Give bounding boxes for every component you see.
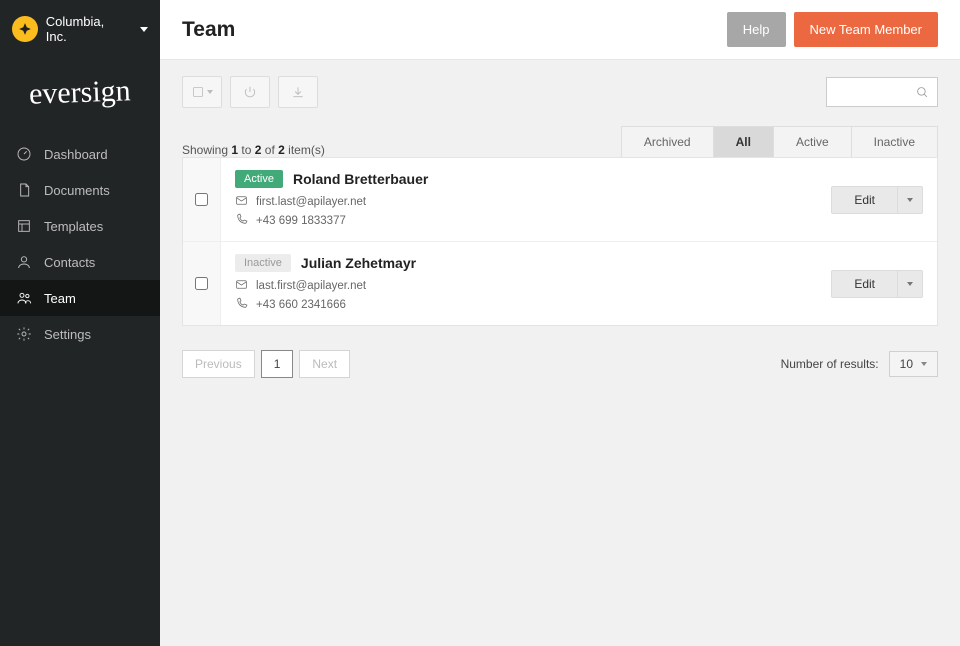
status-badge: Active xyxy=(235,170,283,188)
search-icon xyxy=(916,86,929,99)
team-row: Inactive Julian Zehetmayr last.first@apila… xyxy=(183,241,937,325)
org-switcher[interactable]: Columbia, Inc. xyxy=(0,0,160,58)
phone-icon xyxy=(235,213,248,229)
gear-icon xyxy=(16,326,32,342)
edit-button[interactable]: Edit xyxy=(831,270,898,298)
org-name: Columbia, Inc. xyxy=(46,14,128,44)
main: Team Help New Team Member xyxy=(160,0,960,646)
document-icon xyxy=(16,182,32,198)
brand-text: eversign xyxy=(29,74,132,112)
gauge-icon xyxy=(16,146,32,162)
template-icon xyxy=(16,218,32,234)
brand-logo: eversign xyxy=(0,58,160,136)
mail-icon xyxy=(235,194,248,210)
team-row: Active Roland Bretterbauer first.last@apil… xyxy=(183,158,937,241)
results-mid2: of xyxy=(261,143,278,157)
row-checkbox-cell xyxy=(183,242,221,325)
power-button[interactable] xyxy=(230,76,270,108)
search-input[interactable] xyxy=(835,85,916,99)
status-badge: Inactive xyxy=(235,254,291,272)
chevron-down-icon xyxy=(207,90,213,94)
member-email: first.last@apilayer.net xyxy=(256,196,366,208)
phone-icon xyxy=(235,297,248,313)
download-button[interactable] xyxy=(278,76,318,108)
page-header: Team Help New Team Member xyxy=(160,0,960,60)
sidebar-item-team[interactable]: Team xyxy=(0,280,160,316)
team-icon xyxy=(16,290,32,306)
sidebar-nav: Dashboard Documents Templates Contacts Team S… xyxy=(0,136,160,352)
row-checkbox[interactable] xyxy=(195,193,208,206)
member-phone: +43 699 1833377 xyxy=(256,215,346,227)
filter-tabs: ArchivedAllActiveInactive xyxy=(622,126,938,157)
results-summary: Showing 1 to 2 of 2 item(s) xyxy=(182,143,325,157)
sidebar-item-label: Dashboard xyxy=(44,147,108,162)
tab-active[interactable]: Active xyxy=(773,126,852,157)
chevron-down-icon xyxy=(907,282,913,286)
page-size-select[interactable]: 10 xyxy=(889,351,938,377)
pagination: Previous 1 Next xyxy=(182,350,350,378)
member-email: last.first@apilayer.net xyxy=(256,280,366,292)
member-phone: +43 660 2341666 xyxy=(256,299,346,311)
tab-inactive[interactable]: Inactive xyxy=(851,126,938,157)
row-checkbox-cell xyxy=(183,158,221,241)
pager-page-1[interactable]: 1 xyxy=(261,350,294,378)
results-suffix: item(s) xyxy=(285,143,325,157)
sidebar: Columbia, Inc. eversign Dashboard Documen… xyxy=(0,0,160,646)
sidebar-item-label: Team xyxy=(44,291,76,306)
sidebar-item-settings[interactable]: Settings xyxy=(0,316,160,352)
sidebar-item-dashboard[interactable]: Dashboard xyxy=(0,136,160,172)
compass-icon xyxy=(12,16,38,42)
edit-dropdown[interactable] xyxy=(898,186,923,214)
member-name: Julian Zehetmayr xyxy=(301,255,416,271)
edit-dropdown[interactable] xyxy=(898,270,923,298)
edit-button[interactable]: Edit xyxy=(831,186,898,214)
new-team-member-button[interactable]: New Team Member xyxy=(794,12,938,47)
sidebar-item-label: Documents xyxy=(44,183,110,198)
member-name: Roland Bretterbauer xyxy=(293,171,428,187)
select-all-dropdown[interactable] xyxy=(182,76,222,108)
results-count-label: Number of results: xyxy=(781,357,879,371)
pager-next[interactable]: Next xyxy=(299,350,350,378)
tab-archived[interactable]: Archived xyxy=(621,126,714,157)
chevron-down-icon xyxy=(921,362,927,366)
sidebar-item-templates[interactable]: Templates xyxy=(0,208,160,244)
results-total: 2 xyxy=(278,143,285,157)
mail-icon xyxy=(235,278,248,294)
chevron-down-icon xyxy=(140,27,148,32)
tab-all[interactable]: All xyxy=(713,126,774,157)
team-list: Active Roland Bretterbauer first.last@apil… xyxy=(182,157,938,326)
sidebar-item-label: Templates xyxy=(44,219,103,234)
search-input-wrapper[interactable] xyxy=(826,77,938,107)
results-prefix: Showing xyxy=(182,143,231,157)
pager-previous[interactable]: Previous xyxy=(182,350,255,378)
sidebar-item-contacts[interactable]: Contacts xyxy=(0,244,160,280)
results-mid1: to xyxy=(238,143,255,157)
sidebar-item-documents[interactable]: Documents xyxy=(0,172,160,208)
page-title: Team xyxy=(182,18,235,42)
help-button[interactable]: Help xyxy=(727,12,786,47)
sidebar-item-label: Contacts xyxy=(44,255,95,270)
contacts-icon xyxy=(16,254,32,270)
row-checkbox[interactable] xyxy=(195,277,208,290)
chevron-down-icon xyxy=(907,198,913,202)
page-size-value: 10 xyxy=(900,357,913,371)
sidebar-item-label: Settings xyxy=(44,327,91,342)
